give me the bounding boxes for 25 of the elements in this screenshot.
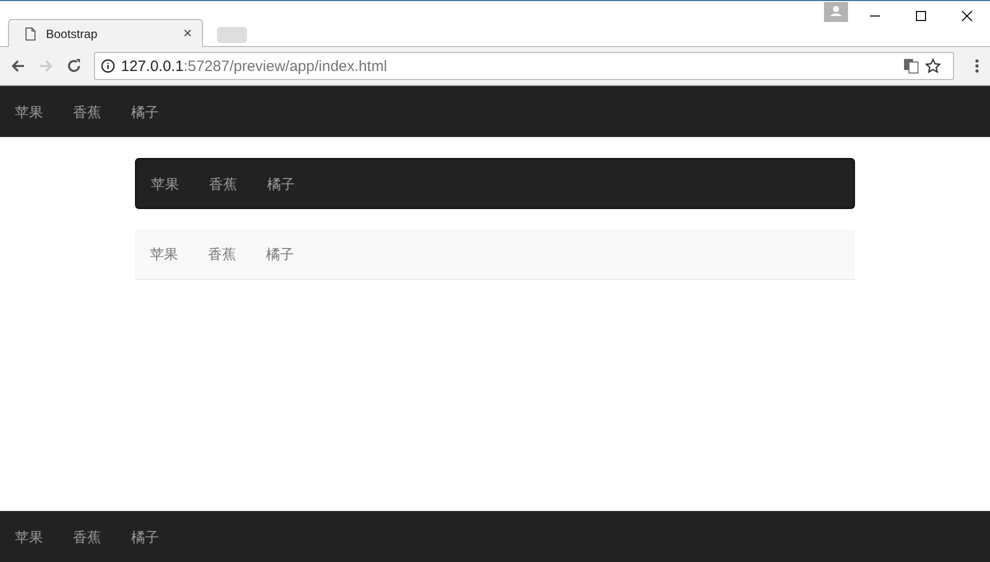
nav-link[interactable]: 苹果 — [135, 244, 193, 264]
menu-icon[interactable] — [974, 58, 980, 74]
nav-link[interactable]: 橘子 — [116, 526, 174, 546]
url-host: 127.0.0.1 — [121, 58, 184, 74]
nav-link[interactable]: 香蕉 — [193, 244, 251, 264]
translate-icon[interactable] — [903, 58, 919, 74]
page-icon — [25, 26, 36, 40]
browser-tab[interactable]: Bootstrap × — [8, 19, 203, 47]
nav-link[interactable]: 苹果 — [0, 102, 58, 122]
nav-link[interactable]: 香蕉 — [58, 102, 116, 122]
nav-link[interactable]: 橘子 — [252, 174, 310, 194]
url-path: :57287/preview/app/index.html — [184, 58, 388, 74]
back-icon[interactable] — [10, 58, 26, 74]
nav-link[interactable]: 苹果 — [0, 526, 58, 546]
reload-icon[interactable] — [66, 58, 82, 74]
info-icon[interactable] — [101, 59, 115, 73]
nav-link[interactable]: 橘子 — [116, 102, 174, 122]
nav-link[interactable]: 橘子 — [251, 244, 309, 264]
nav-link[interactable]: 香蕉 — [194, 174, 252, 194]
close-tab-button[interactable]: × — [183, 25, 192, 42]
nav-link[interactable]: 香蕉 — [58, 526, 116, 546]
star-icon[interactable] — [925, 58, 941, 74]
tab-title: Bootstrap — [46, 26, 98, 40]
address-bar[interactable]: 127.0.0.1:57287/preview/app/index.html — [94, 52, 954, 80]
nav-link[interactable]: 苹果 — [136, 174, 194, 194]
